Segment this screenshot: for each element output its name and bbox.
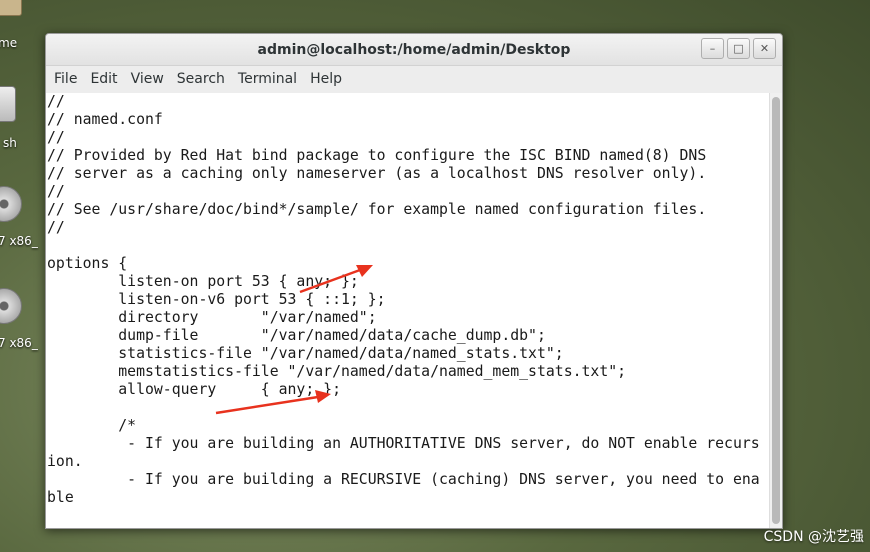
terminal-text: // // named.conf // // Provided by Red H… xyxy=(47,93,760,506)
menu-terminal[interactable]: Terminal xyxy=(233,71,302,87)
menu-view[interactable]: View xyxy=(126,71,169,87)
desktop-item-label: sh xyxy=(3,136,17,150)
terminal-window: admin@localhost:/home/admin/Desktop – □ … xyxy=(45,33,783,529)
desktop-item-label: me xyxy=(0,36,18,50)
window-controls: – □ ✕ xyxy=(701,38,776,59)
title-bar[interactable]: admin@localhost:/home/admin/Desktop – □ … xyxy=(46,34,782,66)
terminal-content[interactable]: // // named.conf // // Provided by Red H… xyxy=(46,93,770,528)
close-button[interactable]: ✕ xyxy=(753,38,776,59)
desktop-item-label: 7 x86_ xyxy=(0,336,38,350)
disc-icon xyxy=(0,288,22,324)
desktop-disc-item[interactable]: 7 x86_ xyxy=(0,186,46,252)
trash-icon xyxy=(0,86,16,122)
desktop-disc-item[interactable]: 7 x86_ xyxy=(0,288,46,354)
vertical-scrollbar[interactable] xyxy=(769,93,782,528)
window-title: admin@localhost:/home/admin/Desktop xyxy=(257,42,571,58)
minimize-button[interactable]: – xyxy=(701,38,724,59)
folder-icon xyxy=(0,0,22,16)
menu-help[interactable]: Help xyxy=(305,71,347,87)
desktop-home-item[interactable]: me xyxy=(0,0,46,55)
desktop-trash-item[interactable]: sh xyxy=(0,86,46,152)
menu-search[interactable]: Search xyxy=(172,71,230,87)
watermark: CSDN @沈艺强 xyxy=(763,529,864,545)
scrollbar-thumb[interactable] xyxy=(772,97,780,524)
menu-edit[interactable]: Edit xyxy=(85,71,122,87)
disc-icon xyxy=(0,186,22,222)
menu-bar: File Edit View Search Terminal Help xyxy=(46,66,782,92)
desktop-item-label: 7 x86_ xyxy=(0,234,38,248)
menu-file[interactable]: File xyxy=(49,71,82,87)
maximize-button[interactable]: □ xyxy=(727,38,750,59)
